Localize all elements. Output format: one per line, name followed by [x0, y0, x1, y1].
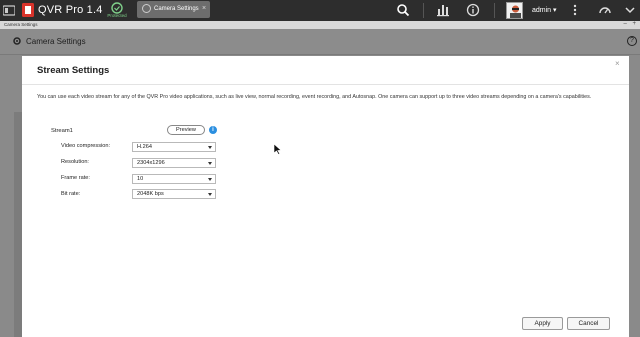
avatar[interactable] — [506, 2, 523, 19]
video-compression-value: H.264 — [137, 144, 152, 150]
maximize-icon[interactable]: + — [632, 21, 636, 27]
gear-icon — [13, 37, 21, 45]
chevron-down-icon — [208, 193, 212, 196]
stream-label: Stream1 — [51, 128, 73, 134]
chevron-down-icon — [208, 146, 212, 149]
bit-rate-select[interactable]: 2048K bps — [132, 189, 216, 199]
background-table-edge — [14, 112, 22, 337]
search-icon[interactable] — [396, 3, 410, 17]
tab-label: Camera Settings — [154, 6, 199, 12]
window-title-strip — [0, 21, 640, 29]
bit-rate-label: Bit rate: — [61, 191, 81, 197]
resolution-select[interactable]: 2304x1296 — [132, 158, 216, 168]
dashboard-gauge-icon[interactable] — [598, 3, 612, 17]
info-icon[interactable]: i — [209, 126, 217, 134]
app-title: QVR Pro 1.4 — [38, 4, 103, 16]
preview-button[interactable]: Preview — [167, 125, 205, 135]
qvr-logo-icon — [22, 3, 34, 17]
help-icon[interactable]: ? — [627, 36, 637, 46]
mouse-cursor-icon — [274, 144, 282, 155]
event-notification-icon[interactable] — [436, 3, 450, 17]
frame-rate-label: Frame rate: — [61, 175, 90, 181]
video-compression-label: Video compression: — [61, 143, 111, 149]
cancel-button[interactable]: Cancel — [567, 317, 610, 330]
dialog-divider — [22, 84, 629, 85]
collapse-chevron-icon[interactable] — [623, 3, 637, 17]
resolution-label: Resolution: — [61, 159, 89, 165]
video-compression-select[interactable]: H.264 — [132, 142, 216, 152]
divider — [423, 3, 424, 18]
dialog-description: You can use each video stream for any of… — [37, 94, 592, 100]
user-menu[interactable]: admin ▾ — [532, 6, 557, 14]
menu-icon[interactable] — [3, 5, 15, 16]
chevron-down-icon — [208, 162, 212, 165]
user-avatar-icon — [507, 3, 522, 18]
info-circle-icon[interactable] — [466, 3, 480, 17]
protected-status-label: Protected — [107, 13, 127, 18]
resolution-value: 2304x1296 — [137, 160, 165, 166]
window-controls[interactable]: – + — [623, 21, 636, 27]
window-title: Camera Settings — [4, 22, 38, 27]
page-header — [0, 29, 640, 55]
frame-rate-value: 10 — [137, 176, 144, 182]
more-options-icon[interactable] — [570, 3, 580, 17]
tab-close-icon[interactable]: × — [202, 5, 206, 12]
chevron-down-icon — [208, 178, 212, 181]
divider — [494, 3, 495, 18]
dialog-title: Stream Settings — [37, 65, 110, 76]
camera-settings-tab-icon — [142, 4, 151, 13]
bit-rate-value: 2048K bps — [137, 191, 164, 197]
apply-button[interactable]: Apply — [522, 317, 563, 330]
minimize-icon[interactable]: – — [623, 21, 626, 27]
page-title: Camera Settings — [26, 37, 86, 46]
close-icon[interactable]: × — [615, 59, 620, 68]
frame-rate-select[interactable]: 10 — [132, 174, 216, 184]
